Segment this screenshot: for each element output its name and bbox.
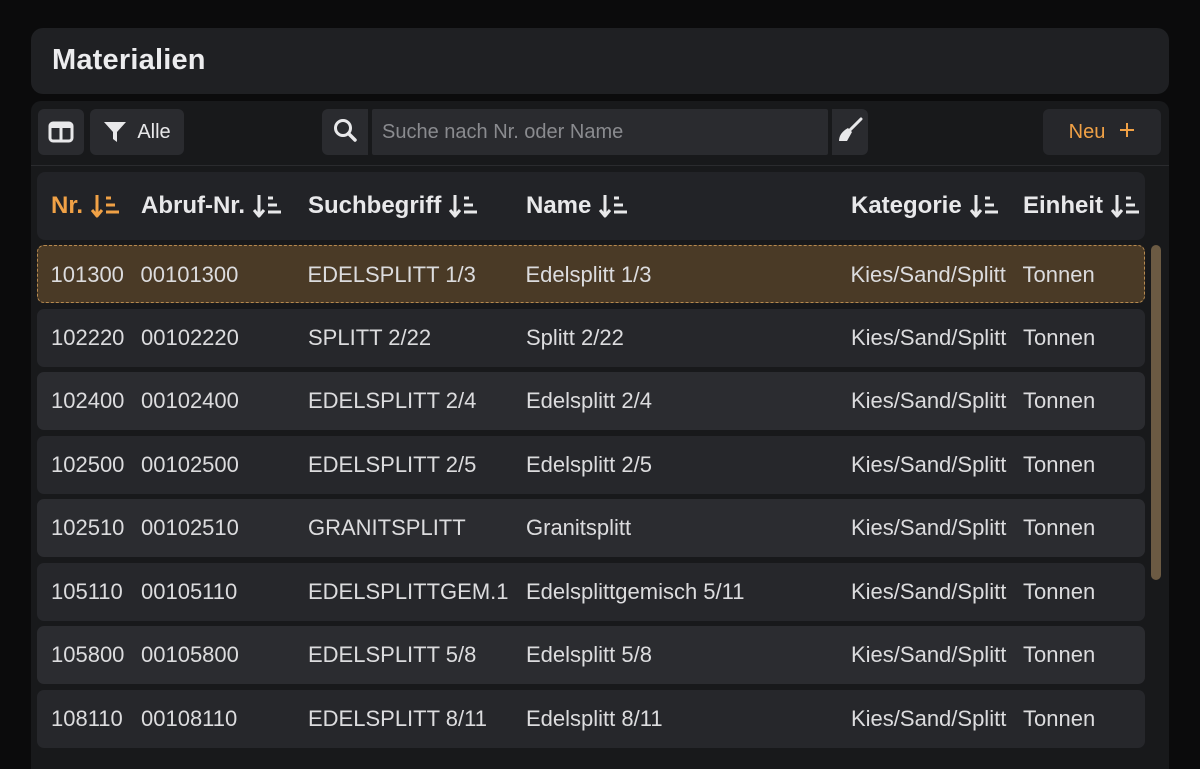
cell-einheit: Tonnen	[1023, 452, 1096, 477]
cell-einheit: Tonnen	[1023, 325, 1096, 350]
cell-name: Edelsplitt 5/8	[526, 642, 652, 667]
column-header-label: Nr.	[51, 192, 84, 219]
cell-name: Edelsplitt 8/11	[526, 706, 663, 731]
column-header-kat[interactable]: Kategorie	[851, 172, 1000, 240]
column-header-label: Kategorie	[851, 192, 962, 219]
column-header-abruf[interactable]: Abruf-Nr.	[141, 172, 283, 240]
filter-label: Alle	[137, 120, 171, 143]
cell-such: GRANITSPLITT	[308, 515, 466, 540]
cell-abruf: 00102500	[141, 452, 239, 477]
columns-toggle-button[interactable]	[38, 109, 84, 155]
plus-icon	[1119, 121, 1135, 144]
sort-ascending-icon[interactable]	[1111, 193, 1141, 219]
cell-abruf: 00102400	[141, 388, 239, 413]
cell-einheit: Tonnen	[1022, 262, 1095, 287]
cell-such: EDELSPLITT 2/4	[308, 388, 477, 413]
cell-such: EDELSPLITT 5/8	[308, 642, 477, 667]
table-header: Nr. Abruf-Nr. Suchbegriff Name Kategorie Einh…	[37, 172, 1145, 240]
cell-abruf: 00102510	[141, 515, 239, 540]
cell-kat: Kies/Sand/Splitt	[851, 579, 1007, 604]
table-row[interactable]: 101300 00101300 EDELSPLITT 1/3 Edelsplitt 1…	[37, 245, 1145, 303]
filter-button[interactable]: Alle	[90, 109, 184, 155]
cell-nr: 102220	[51, 325, 125, 350]
cell-kat: Kies/Sand/Splitt	[851, 325, 1007, 350]
page-title: Materialien	[52, 44, 206, 76]
cell-einheit: Tonnen	[1023, 515, 1096, 540]
cell-einheit: Tonnen	[1023, 642, 1096, 667]
cell-einheit: Tonnen	[1023, 579, 1096, 604]
cell-abruf: 00105800	[141, 642, 239, 667]
cell-nr: 102500	[51, 452, 125, 477]
cell-name: Edelsplitt 1/3	[525, 262, 652, 287]
cell-kat: Kies/Sand/Splitt	[851, 642, 1007, 667]
column-header-einheit[interactable]: Einheit	[1023, 172, 1141, 240]
search-button[interactable]	[322, 109, 368, 155]
column-header-name[interactable]: Name	[526, 172, 629, 240]
cell-einheit: Tonnen	[1023, 706, 1096, 731]
cell-such: EDELSPLITTGEM.1	[308, 579, 509, 604]
cell-name: Edelsplitt 2/5	[526, 452, 652, 477]
sort-ascending-icon[interactable]	[599, 193, 629, 219]
sort-ascending-icon[interactable]	[969, 193, 1000, 219]
cell-such: EDELSPLITT 8/11	[308, 706, 487, 731]
cell-nr: 105800	[51, 642, 125, 667]
cell-nr: 101300	[50, 262, 124, 287]
column-header-label: Suchbegriff	[308, 192, 442, 219]
cell-nr: 102400	[51, 388, 125, 413]
cell-abruf: 00102220	[141, 325, 239, 350]
column-header-label: Name	[526, 192, 592, 219]
sort-ascending-icon[interactable]	[253, 193, 283, 219]
cell-kat: Kies/Sand/Splitt	[850, 262, 1006, 287]
cell-name: Splitt 2/22	[526, 325, 624, 350]
scrollbar-thumb[interactable]	[1151, 245, 1161, 580]
materials-panel: Alle Neu Nr. Abruf-Nr. Suchbegriff Name Kate…	[31, 101, 1169, 769]
column-header-such[interactable]: Suchbegriff	[308, 172, 479, 240]
columns-icon	[48, 121, 74, 143]
new-material-button[interactable]: Neu	[1043, 109, 1161, 155]
filter-icon	[103, 120, 127, 144]
table-row[interactable]: 108110 00108110 EDELSPLITT 8/11 Edelsplitt …	[37, 690, 1145, 748]
cell-nr: 105110	[51, 579, 123, 604]
column-header-label: Abruf-Nr.	[141, 192, 245, 219]
cell-nr: 108110	[51, 706, 123, 731]
cell-abruf: 00101300	[140, 262, 239, 287]
cell-kat: Kies/Sand/Splitt	[851, 452, 1007, 477]
cell-name: Edelsplittgemisch 5/11	[526, 579, 745, 604]
cell-abruf: 00105110	[141, 579, 238, 604]
cell-name: Edelsplitt 2/4	[526, 388, 652, 413]
clear-search-button[interactable]	[832, 109, 868, 155]
table-row[interactable]: 102220 00102220 SPLITT 2/22 Splitt 2/22 Kies…	[37, 309, 1145, 367]
table-row[interactable]: 105110 00105110 EDELSPLITTGEM.1 Edelsplittg…	[37, 563, 1145, 621]
broom-icon	[837, 117, 863, 148]
new-button-label: Neu	[1068, 120, 1106, 143]
cell-nr: 102510	[51, 515, 125, 540]
scrollbar[interactable]	[1151, 245, 1161, 765]
table-row[interactable]: 102510 00102510 GRANITSPLITT Granitsplitt Ki…	[37, 499, 1145, 557]
search-input[interactable]	[372, 109, 828, 155]
search-bar	[322, 109, 868, 155]
column-header-nr[interactable]: Nr.	[51, 172, 121, 240]
sort-ascending-icon[interactable]	[449, 193, 479, 219]
table-row[interactable]: 105800 00105800 EDELSPLITT 5/8 Edelsplitt 5…	[37, 626, 1145, 684]
page-header: Materialien	[31, 28, 1169, 94]
sort-ascending-icon[interactable]	[91, 193, 121, 219]
column-header-label: Einheit	[1023, 192, 1104, 219]
cell-such: EDELSPLITT 2/5	[308, 452, 477, 477]
cell-kat: Kies/Sand/Splitt	[851, 706, 1007, 731]
toolbar: Alle Neu	[31, 101, 1169, 166]
cell-such: EDELSPLITT 1/3	[307, 262, 476, 287]
table-row[interactable]: 102400 00102400 EDELSPLITT 2/4 Edelsplitt 2…	[37, 372, 1145, 430]
cell-name: Granitsplitt	[526, 515, 632, 540]
cell-kat: Kies/Sand/Splitt	[851, 515, 1007, 540]
search-icon	[333, 118, 357, 147]
cell-einheit: Tonnen	[1023, 388, 1096, 413]
cell-abruf: 00108110	[141, 706, 238, 731]
table-row[interactable]: 102500 00102500 EDELSPLITT 2/5 Edelsplitt 2…	[37, 436, 1145, 494]
cell-such: SPLITT 2/22	[308, 325, 432, 350]
cell-kat: Kies/Sand/Splitt	[851, 388, 1007, 413]
